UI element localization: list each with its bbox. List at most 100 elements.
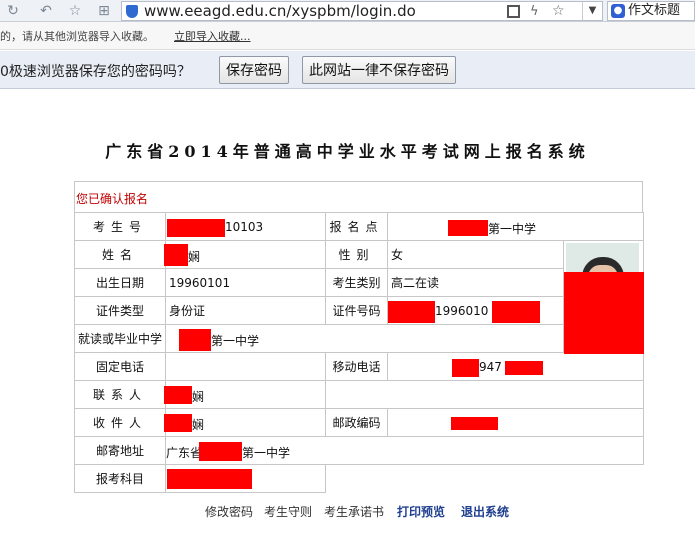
recipient-text: 娴: [192, 418, 205, 432]
contact-text: 娴: [192, 390, 205, 404]
chevron-down-icon[interactable]: ▼: [582, 2, 602, 20]
postcode-value: [387, 408, 644, 437]
redaction-block: [164, 244, 188, 266]
name-value: 娴: [164, 240, 326, 269]
page-title: 广东省2014年普通高中学业水平考试网上报名系统: [105, 142, 590, 161]
table-row: 就读或毕业中学 第一中学: [74, 324, 644, 353]
undo-icon[interactable]: ↶: [37, 2, 55, 20]
exam-no-label: 考生号: [74, 212, 166, 241]
subjects-value: [165, 464, 326, 493]
redaction-block: [451, 417, 498, 430]
import-favorites-bar: 的，请从其他浏览器导入收藏。 立即导入收藏...: [0, 22, 695, 50]
address-label: 邮寄地址: [74, 436, 166, 465]
qr-code-icon[interactable]: [507, 5, 520, 18]
never-save-password-button[interactable]: 此网站一律不保存密码: [302, 56, 456, 84]
gender-value: 女: [387, 240, 564, 269]
school-text: 第一中学: [211, 334, 260, 348]
redaction-block: [448, 220, 488, 236]
postcode-label: 邮政编码: [325, 408, 388, 437]
id-type-label: 证件类型: [74, 296, 166, 325]
grid-icon[interactable]: ⊞: [95, 2, 113, 20]
gender-label: 性别: [325, 240, 388, 269]
contact-label: 联系人: [74, 380, 166, 409]
redaction-block: [505, 361, 543, 375]
site-value: 第一中学: [387, 212, 644, 241]
browser-toolbar: ↻ ↶ ☆ ⊞ www.eeagd.edu.cn/xyspbm/login.do…: [0, 0, 695, 22]
footer-links: 修改密码 考生守则 考生承诺书 打印预览 退出系统: [0, 503, 695, 521]
category-label: 考生类别: [325, 268, 388, 297]
search-engine-icon[interactable]: ●: [611, 4, 625, 18]
site-text: 第一中学: [488, 222, 537, 236]
empty-cell: [325, 380, 644, 409]
birth-value: 19960101: [165, 268, 326, 297]
mobile-value: 947: [387, 352, 644, 381]
confirmation-row: 您已确认报名: [74, 181, 643, 212]
phone-value: [165, 352, 326, 381]
save-password-button[interactable]: 保存密码: [219, 56, 289, 84]
save-password-prompt: 0极速浏览器保存您的密码吗？: [0, 64, 191, 80]
redaction-block: [388, 301, 435, 323]
logout-link[interactable]: 退出系统: [461, 503, 509, 520]
shield-icon: [126, 5, 138, 18]
address-suffix: 第一中学: [242, 446, 291, 460]
registration-info-table: 考生号 10103 报名点 第一中学 姓名 娴 性别 女 出生日期 199601…: [74, 212, 644, 493]
id-no-value: 1996010: [387, 296, 564, 325]
id-no-label: 证件号码: [325, 296, 388, 325]
save-password-bar: 0极速浏览器保存您的密码吗？ 保存密码 此网站一律不保存密码: [0, 51, 695, 89]
table-row: 邮寄地址 广东省 第一中学: [74, 436, 644, 465]
mobile-label: 移动电话: [325, 352, 388, 381]
contact-value: 娴: [164, 380, 326, 409]
bookmark-star-icon[interactable]: ☆: [552, 2, 565, 21]
redaction-block: [179, 329, 211, 351]
table-row: 出生日期 19960101 考生类别 高二在读: [74, 268, 644, 297]
table-row: 报考科目: [74, 464, 644, 493]
exam-no-value: 10103: [165, 212, 326, 241]
exam-no-text: 10103: [225, 220, 264, 234]
url-text[interactable]: www.eeagd.edu.cn/xyspbm/login.do: [144, 2, 416, 21]
mobile-text: 947: [479, 360, 502, 374]
confirmation-message: 您已确认报名: [76, 192, 149, 206]
site-label: 报名点: [325, 212, 388, 241]
table-row: 固定电话 移动电话 947: [74, 352, 644, 381]
school-value: 第一中学: [165, 324, 564, 353]
subjects-label: 报考科目: [74, 464, 166, 493]
import-message: 的，请从其他浏览器导入收藏。: [0, 30, 154, 43]
change-password-link[interactable]: 修改密码: [205, 503, 253, 520]
star-icon[interactable]: ☆: [66, 2, 84, 20]
name-text: 娴: [188, 250, 201, 264]
search-query[interactable]: 作文标题: [628, 2, 680, 20]
import-favorites-link[interactable]: 立即导入收藏...: [174, 28, 251, 44]
redaction-block: [492, 301, 540, 323]
phone-label: 固定电话: [74, 352, 166, 381]
redaction-block: [452, 359, 479, 377]
recipient-label: 收件人: [74, 408, 166, 437]
id-type-value: 身份证: [165, 296, 326, 325]
photo-cell: [563, 240, 644, 354]
table-row: 姓名 娴 性别 女: [74, 240, 644, 354]
school-label: 就读或毕业中学: [74, 324, 166, 353]
address-value: 广东省 第一中学: [165, 436, 644, 465]
photo-redaction-block: [564, 272, 644, 354]
table-row: 证件类型 身份证 证件号码 1996010: [74, 296, 644, 325]
redaction-block: [167, 219, 225, 237]
address-prefix: 广东省: [166, 446, 203, 460]
refresh-icon[interactable]: ↻: [4, 2, 22, 20]
rules-link[interactable]: 考生守则: [264, 503, 312, 520]
table-row: 联系人 娴: [74, 380, 644, 409]
recipient-value: 娴: [164, 408, 326, 437]
birth-label: 出生日期: [74, 268, 166, 297]
redaction-block: [164, 414, 192, 432]
empty-cell: [326, 465, 644, 493]
print-preview-link[interactable]: 打印预览: [397, 503, 445, 520]
category-value: 高二在读: [387, 268, 564, 297]
address-bar[interactable]: www.eeagd.edu.cn/xyspbm/login.do ϟ ☆ ▼: [121, 1, 603, 21]
id-no-text: 1996010: [435, 304, 489, 318]
redaction-block: [167, 469, 252, 489]
name-label: 姓名: [74, 240, 166, 269]
pledge-link[interactable]: 考生承诺书: [324, 503, 384, 520]
table-row: 收件人 娴 邮政编码: [74, 408, 644, 437]
lightning-icon[interactable]: ϟ: [530, 2, 539, 21]
redaction-block: [164, 386, 192, 404]
search-box[interactable]: ● 作文标题: [607, 1, 695, 21]
table-row: 考生号 10103 报名点 第一中学: [74, 212, 644, 241]
